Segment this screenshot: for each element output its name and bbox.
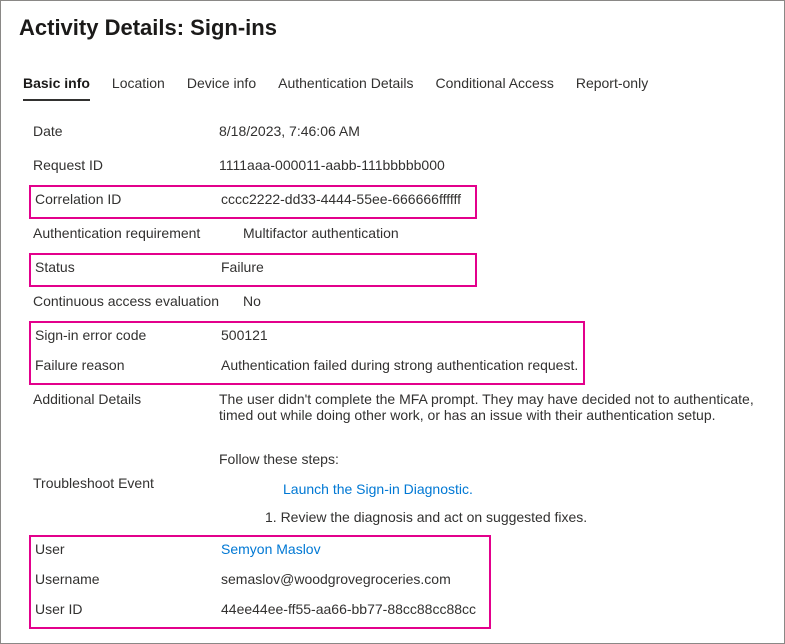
highlight-error-block: Sign-in error code 500121 Failure reason… [29,321,585,385]
tab-device-info[interactable]: Device info [187,69,256,101]
page-title: Activity Details: Sign-ins [19,15,766,41]
value-username: semaslov@woodgrovegroceries.com [221,571,489,587]
value-date: 8/18/2023, 7:46:06 AM [219,123,766,139]
label-error-code: Sign-in error code [35,327,221,343]
value-status: Failure [221,259,475,275]
label-failure-reason: Failure reason [35,357,221,373]
tabs-bar: Basic info Location Device info Authenti… [19,69,766,101]
label-cae: Continuous access evaluation [33,293,243,309]
value-correlation-id: cccc2222-dd33-4444-55ee-666666ffffff [221,191,475,207]
highlight-status: Status Failure [29,253,477,287]
label-username: Username [35,571,221,587]
label-auth-requirement: Authentication requirement [33,225,243,241]
value-failure-reason: Authentication failed during strong auth… [221,357,583,373]
row-status: Status Failure [33,255,475,285]
tab-conditional-access[interactable]: Conditional Access [436,69,554,101]
label-correlation-id: Correlation ID [35,191,221,207]
value-user-id: 44ee44ee-ff55-aa66-bb77-88cc88cc88cc [221,601,489,617]
row-cae: Continuous access evaluation No [33,287,766,321]
label-request-id: Request ID [33,157,219,173]
value-error-code: 500121 [221,327,583,343]
launch-diagnostic-link[interactable]: Launch the Sign-in Diagnostic. [283,481,473,497]
tab-basic-info[interactable]: Basic info [23,69,90,101]
troubleshoot-follow-text: Follow these steps: [219,451,766,467]
user-link[interactable]: Semyon Maslov [221,541,321,557]
tab-authentication-details[interactable]: Authentication Details [278,69,413,101]
troubleshoot-step-1: 1. Review the diagnosis and act on sugge… [265,509,766,525]
row-failure-reason: Failure reason Authentication failed dur… [33,353,583,383]
row-user: User Semyon Maslov [33,537,489,567]
details-panel: Date 8/18/2023, 7:46:06 AM Request ID 11… [19,117,766,629]
row-troubleshoot: Troubleshoot Event Follow these steps: L… [33,429,766,531]
label-additional-details: Additional Details [33,391,219,407]
row-error-code: Sign-in error code 500121 [33,323,583,353]
value-cae: No [243,293,766,309]
value-request-id: 1111aaa-000011-aabb-111bbbbb000 [219,157,766,173]
highlight-correlation-id: Correlation ID cccc2222-dd33-4444-55ee-6… [29,185,477,219]
label-user-id: User ID [35,601,221,617]
row-auth-requirement: Authentication requirement Multifactor a… [33,219,766,253]
value-auth-requirement: Multifactor authentication [243,225,766,241]
tab-report-only[interactable]: Report-only [576,69,648,101]
label-date: Date [33,123,219,139]
row-username: Username semaslov@woodgrovegroceries.com [33,567,489,597]
value-troubleshoot: Follow these steps: Launch the Sign-in D… [219,451,766,525]
label-troubleshoot: Troubleshoot Event [33,451,219,491]
value-additional-details: The user didn't complete the MFA prompt.… [219,391,766,423]
tab-location[interactable]: Location [112,69,165,101]
highlight-user-block: User Semyon Maslov Username semaslov@woo… [29,535,491,629]
label-status: Status [35,259,221,275]
row-user-id: User ID 44ee44ee-ff55-aa66-bb77-88cc88cc… [33,597,489,627]
row-date: Date 8/18/2023, 7:46:06 AM [33,117,766,151]
row-additional-details: Additional Details The user didn't compl… [33,385,766,429]
row-request-id: Request ID 1111aaa-000011-aabb-111bbbbb0… [33,151,766,185]
label-user: User [35,541,221,557]
row-correlation-id: Correlation ID cccc2222-dd33-4444-55ee-6… [33,187,475,217]
